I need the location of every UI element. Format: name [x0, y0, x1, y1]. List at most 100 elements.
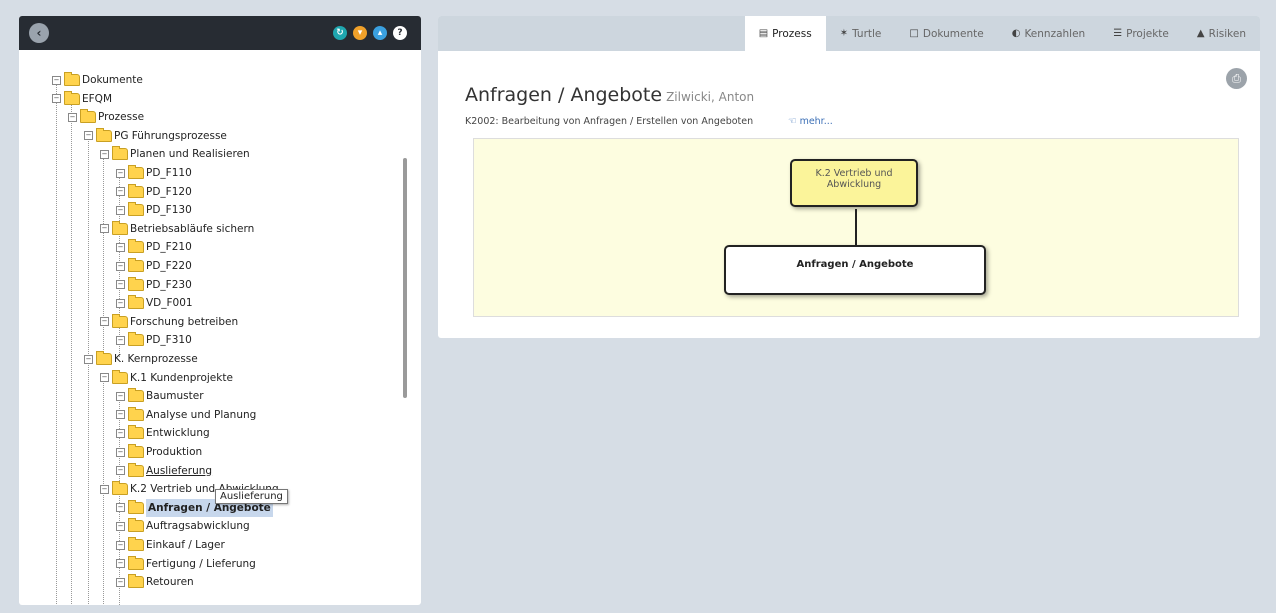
expand-toggle-icon[interactable]: −	[100, 484, 109, 494]
tree-item-label: PG Führungsprozesse	[114, 129, 227, 142]
process-title: Anfragen / Angebote	[465, 84, 663, 106]
folder-icon	[128, 499, 144, 514]
tree-item-label: PD_F130	[146, 204, 192, 217]
expand-toggle-icon[interactable]: −	[100, 224, 109, 234]
expand-toggle-icon[interactable]: −	[116, 280, 125, 290]
folder-icon	[128, 518, 144, 533]
process-owner: Zilwicki, Anton	[666, 90, 755, 104]
tree-item[interactable]: − PD_F210	[116, 238, 192, 256]
tree-item[interactable]: − PD_F220	[116, 257, 192, 275]
expand-toggle-icon[interactable]: −	[116, 540, 125, 550]
expand-toggle-icon[interactable]: −	[52, 75, 61, 85]
tree-item[interactable]: − PD_F110	[116, 164, 192, 182]
expand-toggle-icon[interactable]: −	[116, 205, 125, 215]
tree-item[interactable]: − PD_F310	[116, 331, 192, 349]
print-icon[interactable]: ⎙	[1226, 68, 1247, 89]
tree-item[interactable]: − Dokumente	[52, 71, 143, 89]
tree-item[interactable]: − PG Führungsprozesse	[84, 127, 227, 145]
back-icon[interactable]: ‹	[29, 23, 49, 43]
tab-prozess[interactable]: ▤ Prozess	[744, 16, 826, 51]
tree-item-label: PD_F230	[146, 278, 192, 291]
expand-toggle-icon[interactable]: −	[116, 559, 125, 569]
tree-item[interactable]: − Analyse und Planung	[116, 406, 256, 424]
expand-toggle-icon[interactable]: −	[116, 577, 125, 587]
expand-toggle-icon[interactable]: −	[100, 373, 109, 383]
expand-toggle-icon[interactable]: −	[116, 242, 125, 252]
collapse-up-icon[interactable]: ▴	[373, 26, 387, 40]
folder-icon	[128, 462, 144, 477]
list-icon: ☰	[1113, 27, 1123, 39]
tree-item-label: PD_F120	[146, 185, 192, 198]
tree-item[interactable]: − PD_F230	[116, 276, 192, 294]
expand-toggle-icon[interactable]: −	[52, 94, 61, 104]
tree-item[interactable]: − Auslieferung	[116, 462, 212, 480]
help-icon[interactable]: ?	[393, 26, 407, 40]
expand-toggle-icon[interactable]: −	[100, 317, 109, 327]
expand-toggle-icon[interactable]: −	[116, 187, 125, 197]
tree-item[interactable]: − EFQM	[52, 90, 112, 108]
tab-dokumente[interactable]: □ Dokumente	[895, 16, 997, 51]
tree-item[interactable]: − PD_F130	[116, 201, 192, 219]
current-process-node[interactable]: Anfragen / Angebote	[724, 245, 986, 295]
tree-item[interactable]: − VD_F001	[116, 294, 193, 312]
expand-toggle-icon[interactable]: −	[116, 335, 125, 345]
expand-toggle-icon[interactable]: −	[116, 466, 125, 476]
tree-item[interactable]: − Produktion	[116, 443, 202, 461]
tab-label: Kennzahlen	[1024, 27, 1086, 40]
tree-item[interactable]: − Retouren	[116, 573, 194, 591]
folder-icon	[112, 220, 128, 235]
tab-kennzahlen[interactable]: ◐ Kennzahlen	[998, 16, 1100, 51]
turtle-icon: ✶	[839, 27, 849, 39]
tree-item[interactable]: − Planen und Realisieren	[100, 145, 250, 163]
expand-toggle-icon[interactable]: −	[116, 391, 125, 401]
tab-label: Prozess	[772, 27, 812, 40]
tab-projekte[interactable]: ☰ Projekte	[1099, 16, 1183, 51]
tooltip: Auslieferung	[215, 489, 288, 504]
tree-item-label: Retouren	[146, 576, 194, 589]
expand-toggle-icon[interactable]: −	[84, 131, 93, 141]
folder-icon	[64, 72, 80, 86]
tree-item[interactable]: − PD_F120	[116, 183, 192, 201]
expand-toggle-icon[interactable]: −	[116, 447, 125, 457]
process-diagram: K.2 Vertrieb und Abwicklung Anfragen / A…	[473, 138, 1239, 317]
expand-toggle-icon[interactable]: −	[116, 168, 125, 178]
folder-tree: − Dokumente − EFQM − Prozesse − PG Führungsproz…	[19, 50, 421, 605]
expand-toggle-icon[interactable]: −	[116, 410, 125, 420]
tree-item[interactable]: − Betriebsabläufe sichern	[100, 220, 254, 238]
tree-item-label: PD_F210	[146, 241, 192, 254]
header-actions: ↻ ▾ ▴ ?	[333, 26, 407, 40]
tree-item[interactable]: − Entwicklung	[116, 424, 210, 442]
tree-item[interactable]: − Fertigung / Lieferung	[116, 555, 256, 573]
folder-icon	[128, 202, 144, 217]
tree-item[interactable]: − K. Kernprozesse	[84, 350, 198, 368]
collapse-down-icon[interactable]: ▾	[353, 26, 367, 40]
folder-icon	[128, 295, 144, 310]
tree-item[interactable]: − Baumuster	[116, 387, 204, 405]
tree-item-label: Auslieferung	[146, 464, 213, 477]
expand-toggle-icon[interactable]: −	[68, 112, 77, 122]
tree-scrollbar[interactable]	[403, 158, 407, 398]
tree-item[interactable]: − Einkauf / Lager	[116, 536, 225, 554]
expand-toggle-icon[interactable]: −	[116, 503, 125, 513]
expand-toggle-icon[interactable]: −	[100, 149, 109, 159]
folder-icon	[128, 183, 144, 198]
tab-turtle[interactable]: ✶ Turtle	[826, 16, 896, 51]
navigation-panel: ‹ ↻ ▾ ▴ ? − Dokumente − EFQM − Prozesse − PG Fü…	[19, 16, 421, 605]
navigation-header: ‹ ↻ ▾ ▴ ?	[19, 16, 421, 50]
folder-icon	[96, 127, 112, 142]
tree-item[interactable]: − Auftragsabwicklung	[116, 517, 250, 535]
expand-toggle-icon[interactable]: −	[84, 354, 93, 364]
tree-item[interactable]: − K.1 Kundenprojekte	[100, 369, 233, 387]
tab-risiken[interactable]: ▲ Risiken	[1183, 16, 1260, 51]
refresh-icon[interactable]: ↻	[333, 26, 347, 40]
tree-item[interactable]: − Prozesse	[68, 108, 144, 126]
expand-toggle-icon[interactable]: −	[116, 261, 125, 271]
tree-item-label: Einkauf / Lager	[146, 539, 225, 551]
expand-toggle-icon[interactable]: −	[116, 298, 125, 308]
more-link[interactable]: ☜ mehr...	[788, 116, 833, 127]
tree-item[interactable]: − Forschung betreiben	[100, 313, 238, 331]
expand-toggle-icon[interactable]: −	[116, 428, 125, 438]
parent-process-node[interactable]: K.2 Vertrieb und Abwicklung	[790, 159, 918, 207]
expand-toggle-icon[interactable]: −	[116, 521, 125, 531]
folder-icon	[64, 90, 80, 105]
